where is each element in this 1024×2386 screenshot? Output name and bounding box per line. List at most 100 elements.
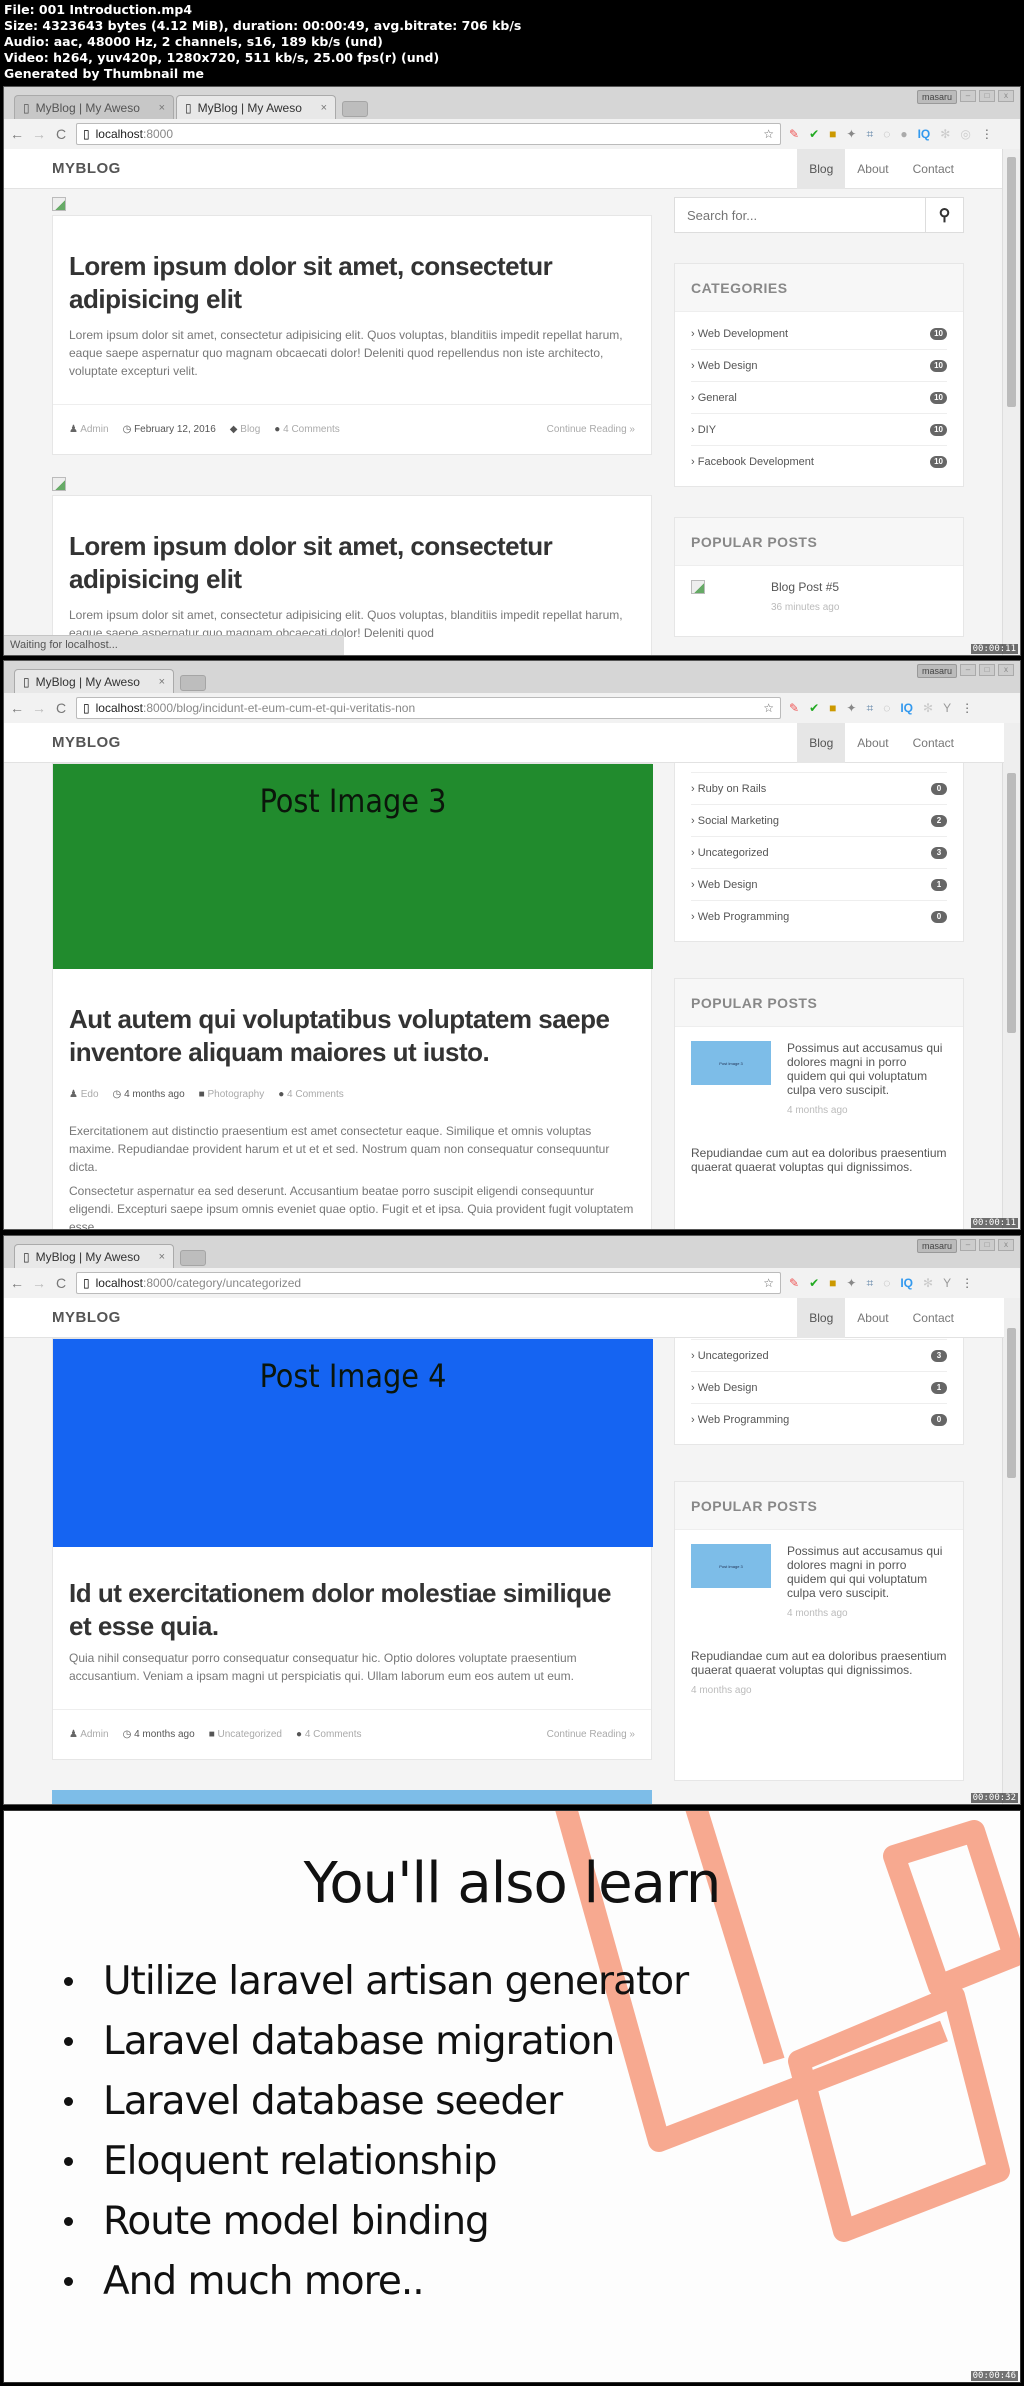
menu-icon[interactable]: ⋮	[961, 701, 973, 715]
close-window-button[interactable]: x	[998, 1239, 1014, 1251]
popular-post[interactable]: Blog Post #5 36 minutes ago	[675, 566, 963, 613]
scrollbar-thumb[interactable]	[1007, 1328, 1016, 1478]
bookmark-star-icon[interactable]: ☆	[763, 127, 774, 141]
back-icon[interactable]: ←	[10, 1275, 24, 1291]
comments-link[interactable]: ● 4 Comments	[278, 1089, 344, 1100]
category-item[interactable]: › Facebook Development 10	[691, 446, 947, 478]
continue-reading-link[interactable]: Continue Reading »	[547, 424, 635, 435]
popular-post-thumbnail[interactable]: Post Image 3	[691, 1041, 771, 1085]
extension-icon[interactable]: ◎	[960, 127, 970, 141]
eyedropper-extension-icon[interactable]: ✎	[789, 701, 799, 715]
check-extension-icon[interactable]: ✔	[809, 1276, 819, 1290]
scrollbar[interactable]	[1002, 723, 1020, 1229]
extension-icon[interactable]: ●	[900, 127, 907, 141]
back-icon[interactable]: ←	[10, 126, 24, 142]
category-item[interactable]: › Ruby on Rails 0	[691, 773, 947, 805]
puzzle-extension-icon[interactable]: ✦	[846, 1276, 856, 1290]
post-title[interactable]: Id ut exercitationem dolor molestiae sim…	[69, 1577, 635, 1643]
maximize-button[interactable]: □	[979, 1239, 995, 1251]
color-extension-icon[interactable]: ■	[829, 1276, 836, 1290]
popular-post-thumbnail[interactable]: Post Image 3	[691, 1544, 771, 1588]
address-bar[interactable]: ▯ localhost:8000/category/uncategorized …	[76, 1272, 781, 1294]
nav-blog[interactable]: Blog	[797, 149, 846, 189]
category-item[interactable]: › Web Programming 0	[691, 901, 947, 933]
frame-extension-icon[interactable]: ⌗	[866, 1276, 873, 1291]
category-item[interactable]: › Web Design 1	[691, 869, 947, 901]
eyedropper-extension-icon[interactable]: ✎	[789, 1276, 799, 1290]
nav-blog[interactable]: Blog	[797, 723, 846, 763]
author-link[interactable]: ♟ Admin	[69, 424, 109, 435]
frame-extension-icon[interactable]: ⌗	[866, 127, 873, 142]
nav-about[interactable]: About	[845, 1298, 900, 1338]
reload-icon[interactable]: C	[54, 126, 68, 142]
eyedropper-extension-icon[interactable]: ✎	[789, 127, 799, 141]
minimize-button[interactable]: –	[960, 1239, 976, 1251]
category-link[interactable]: ■ Uncategorized	[209, 1729, 282, 1740]
category-item[interactable]: › Web Design 1	[691, 1372, 947, 1404]
menu-icon[interactable]: ⋮	[961, 1276, 973, 1290]
author-link[interactable]: ♟ Edo	[69, 1089, 99, 1100]
search-input[interactable]	[675, 198, 925, 232]
site-brand[interactable]: MYBLOG	[52, 734, 121, 751]
post-image[interactable]: Post Image 4	[53, 1339, 653, 1547]
profile-badge[interactable]: masaru	[916, 664, 957, 678]
puzzle-extension-icon[interactable]: ✦	[846, 701, 856, 715]
extension-icon[interactable]: ✻	[940, 127, 950, 141]
site-brand[interactable]: MYBLOG	[52, 1309, 121, 1326]
check-extension-icon[interactable]: ✔	[809, 701, 819, 715]
puzzle-extension-icon[interactable]: ✦	[846, 127, 856, 141]
comments-link[interactable]: ● 4 Comments	[296, 1729, 362, 1740]
close-tab-icon[interactable]: ×	[159, 1251, 165, 1263]
iq-extension-icon[interactable]: IQ	[900, 701, 913, 715]
popular-post-title[interactable]: Repudiandae cum aut ea doloribus praesen…	[691, 1649, 947, 1677]
comments-link[interactable]: ● 4 Comments	[274, 424, 340, 435]
close-tab-icon[interactable]: ×	[159, 102, 165, 114]
back-icon[interactable]: ←	[10, 700, 24, 716]
category-link[interactable]: ◆ Blog	[230, 424, 261, 435]
maximize-button[interactable]: □	[979, 90, 995, 102]
category-item[interactable]: › DIY 10	[691, 414, 947, 446]
popular-post-title[interactable]: Possimus aut accusamus qui dolores magni…	[787, 1041, 947, 1097]
popular-post[interactable]: Post Image 3 Possimus aut accusamus qui …	[675, 1530, 963, 1619]
category-item[interactable]: › Web Development 10	[691, 318, 947, 350]
continue-reading-link[interactable]: Continue Reading »	[547, 1729, 635, 1740]
popular-post[interactable]: Post Image 3 Possimus aut accusamus qui …	[675, 1027, 963, 1116]
extension-icon[interactable]: ✻	[923, 701, 933, 715]
scrollbar[interactable]	[1002, 1298, 1020, 1804]
minimize-button[interactable]: –	[960, 90, 976, 102]
extension-icon[interactable]: ◌	[883, 1276, 890, 1290]
extension-icon[interactable]: ◌	[883, 701, 890, 715]
post-title[interactable]: Lorem ipsum dolor sit amet, consectetur …	[69, 250, 635, 316]
browser-tab[interactable]: ▯ MyBlog | My Aweso ×	[14, 95, 174, 119]
color-extension-icon[interactable]: ■	[829, 127, 836, 141]
check-extension-icon[interactable]: ✔	[809, 127, 819, 141]
nav-about[interactable]: About	[845, 723, 900, 763]
category-item[interactable]: › Social Marketing 2	[691, 805, 947, 837]
iq-extension-icon[interactable]: IQ	[918, 127, 931, 141]
new-tab-button[interactable]	[342, 101, 368, 117]
nav-blog[interactable]: Blog	[797, 1298, 846, 1338]
category-item[interactable]: › Web Programming 0	[691, 1404, 947, 1436]
scrollbar-thumb[interactable]	[1007, 773, 1016, 1033]
category-item[interactable]: › General 10	[691, 382, 947, 414]
profile-badge[interactable]: masaru	[916, 1239, 957, 1253]
category-item[interactable]: › Uncategorized 3	[691, 837, 947, 869]
popular-post-title[interactable]: Blog Post #5	[771, 580, 839, 594]
frame-extension-icon[interactable]: ⌗	[866, 701, 873, 716]
popular-post[interactable]: Repudiandae cum aut ea doloribus praesen…	[675, 1619, 963, 1696]
forward-icon[interactable]: →	[32, 126, 46, 142]
reload-icon[interactable]: C	[54, 700, 68, 716]
close-tab-icon[interactable]: ×	[159, 676, 165, 688]
search-button[interactable]: ⚲	[925, 198, 963, 232]
address-bar[interactable]: ▯ localhost:8000 ☆	[76, 123, 781, 145]
browser-tab-active[interactable]: ▯ MyBlog | My Aweso ×	[176, 95, 336, 119]
scrollbar-thumb[interactable]	[1007, 157, 1016, 407]
bookmark-star-icon[interactable]: ☆	[763, 1276, 774, 1290]
forward-icon[interactable]: →	[32, 1275, 46, 1291]
browser-tab-active[interactable]: ▯ MyBlog | My Aweso ×	[14, 1244, 174, 1268]
scrollbar[interactable]	[1002, 149, 1020, 655]
extension-icon[interactable]: ✻	[923, 1276, 933, 1290]
post-title[interactable]: Lorem ipsum dolor sit amet, consectetur …	[69, 530, 635, 596]
author-link[interactable]: ♟ Admin	[69, 1729, 109, 1740]
color-extension-icon[interactable]: ■	[829, 701, 836, 715]
